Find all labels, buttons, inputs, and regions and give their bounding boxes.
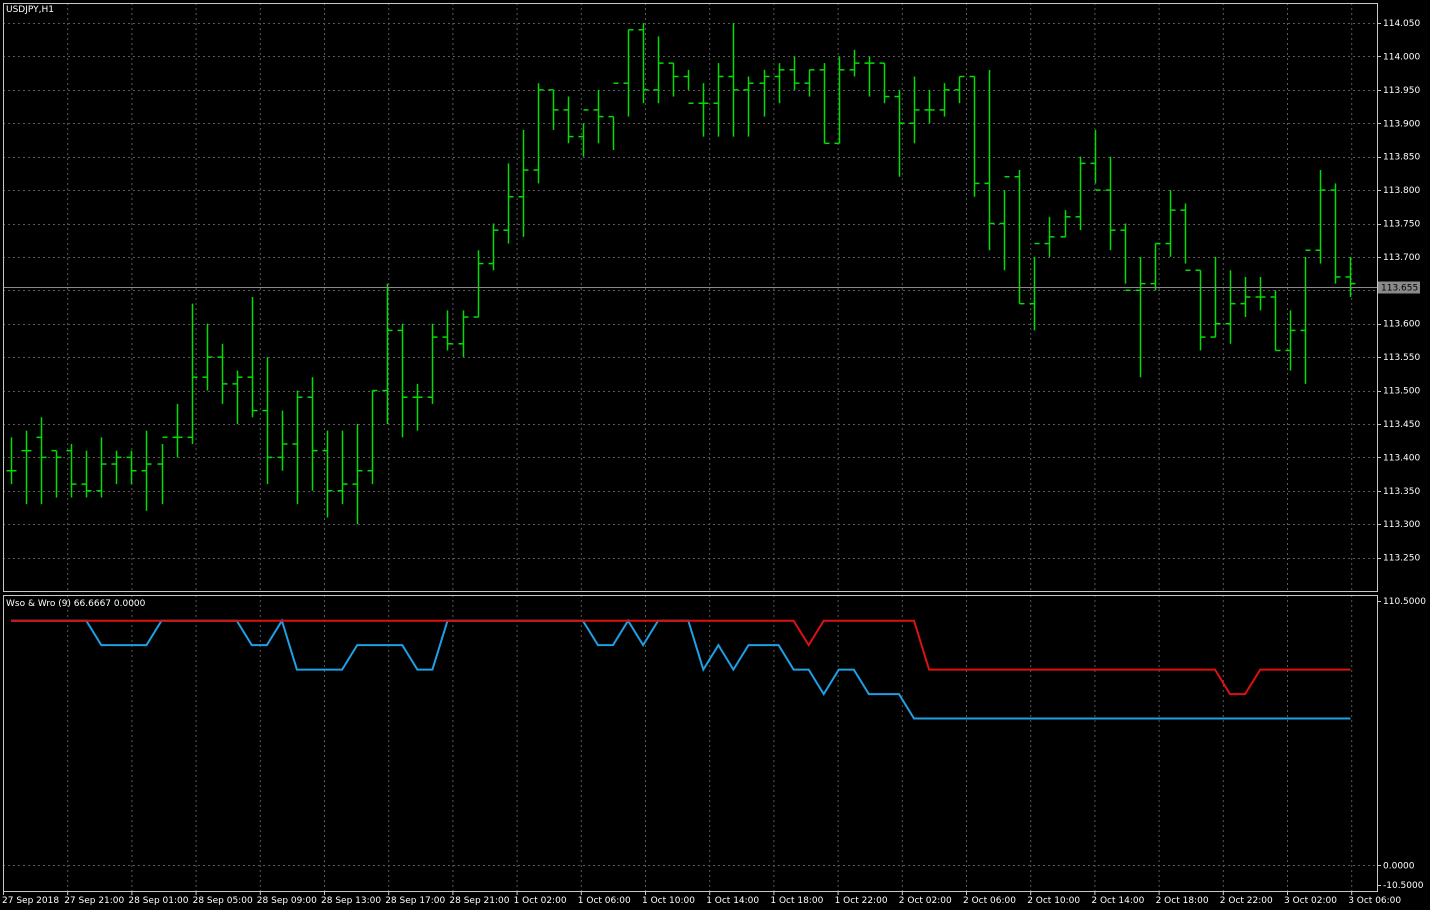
indicator-label: Wso & Wro (9) 66.6667 0.0000 bbox=[6, 599, 146, 609]
time-tick-label[interactable]: 2 Oct 06:00 bbox=[963, 896, 1016, 906]
time-tick-label[interactable]: 1 Oct 02:00 bbox=[514, 896, 567, 906]
price-tick-label: 113.450 bbox=[1383, 420, 1420, 430]
time-tick-label[interactable]: 28 Sep 01:00 bbox=[128, 896, 188, 906]
price-tick-label: 113.900 bbox=[1383, 119, 1420, 129]
time-tick-label[interactable]: 28 Sep 05:00 bbox=[193, 896, 253, 906]
window-title: USDJPY,H1 bbox=[6, 5, 54, 15]
time-tick-label[interactable]: 28 Sep 13:00 bbox=[321, 896, 381, 906]
time-tick-label[interactable]: 1 Oct 22:00 bbox=[835, 896, 888, 906]
time-tick-label[interactable]: 2 Oct 10:00 bbox=[1027, 896, 1080, 906]
time-tick-label[interactable]: 2 Oct 14:00 bbox=[1091, 896, 1144, 906]
time-tick-label[interactable]: 3 Oct 02:00 bbox=[1284, 896, 1337, 906]
price-tick-label: 113.800 bbox=[1383, 186, 1420, 196]
time-tick-label[interactable]: 2 Oct 18:00 bbox=[1156, 896, 1209, 906]
time-tick-label[interactable]: 27 Sep 21:00 bbox=[64, 896, 124, 906]
price-tick-label: 113.950 bbox=[1383, 86, 1420, 96]
price-tick-label: 113.600 bbox=[1383, 320, 1420, 330]
time-tick-label[interactable]: 3 Oct 06:00 bbox=[1348, 896, 1401, 906]
price-tick-label: 113.400 bbox=[1383, 453, 1420, 463]
chart-background bbox=[0, 0, 1430, 910]
price-tick-label: 113.850 bbox=[1383, 153, 1420, 163]
price-tick-label: 113.550 bbox=[1383, 353, 1420, 363]
price-tick-label: 113.750 bbox=[1383, 220, 1420, 230]
time-tick-label[interactable]: 28 Sep 09:00 bbox=[257, 896, 317, 906]
time-tick-label[interactable]: 1 Oct 10:00 bbox=[642, 896, 695, 906]
price-tick-label: 113.700 bbox=[1383, 253, 1420, 263]
price-tick-label: 113.350 bbox=[1383, 487, 1420, 497]
time-tick-label[interactable]: 1 Oct 06:00 bbox=[578, 896, 631, 906]
chart-canvas: 114.050 114.000 113.950 113.900 113.850 113.8… bbox=[0, 0, 1430, 910]
time-tick-label[interactable]: 28 Sep 17:00 bbox=[385, 896, 445, 906]
price-tick-label: 113.500 bbox=[1383, 387, 1420, 397]
time-tick-label[interactable]: 28 Sep 21:00 bbox=[449, 896, 509, 906]
time-tick-label[interactable]: 2 Oct 02:00 bbox=[899, 896, 952, 906]
time-tick-label[interactable]: 27 Sep 2018 bbox=[2, 896, 59, 906]
indicator-tick-label: -10.5000 bbox=[1383, 881, 1424, 891]
time-tick-label[interactable]: 1 Oct 18:00 bbox=[770, 896, 823, 906]
time-tick-label[interactable]: 1 Oct 14:00 bbox=[706, 896, 759, 906]
price-tick-label: 113.300 bbox=[1383, 520, 1420, 530]
current-price-label: 113.655 bbox=[1381, 284, 1418, 294]
indicator-tick-label: 110.5000 bbox=[1383, 597, 1426, 607]
time-tick-label[interactable]: 2 Oct 22:00 bbox=[1220, 896, 1273, 906]
indicator-tick-label: 0.0000 bbox=[1383, 861, 1415, 871]
price-tick-label: 114.000 bbox=[1383, 52, 1420, 62]
price-tick-label: 113.250 bbox=[1383, 554, 1420, 564]
price-tick-label: 114.050 bbox=[1383, 19, 1420, 29]
